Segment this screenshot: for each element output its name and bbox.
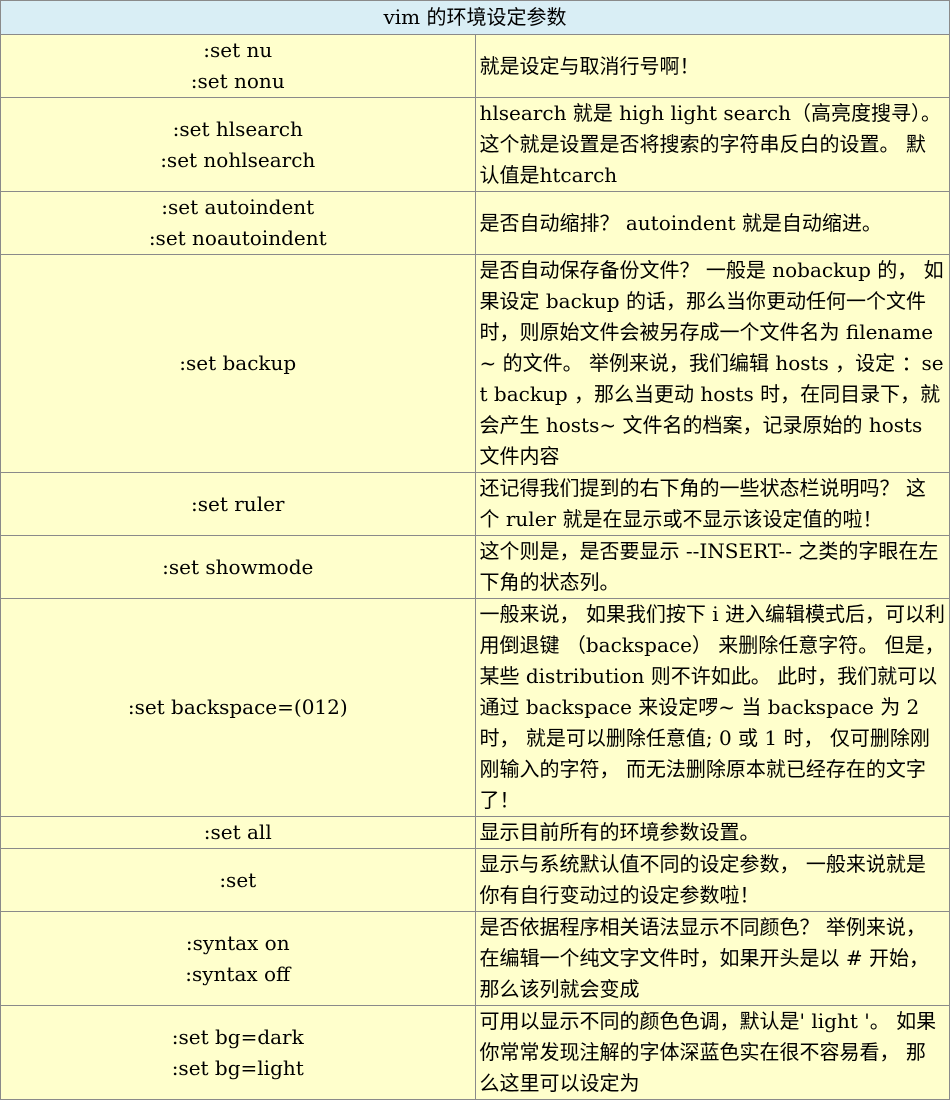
table-row: :set backspace=(012) 一般来说， 如果我们按下 i 进入编辑… xyxy=(0,598,950,817)
command-cell: :set backspace=(012) xyxy=(0,598,476,817)
command-text: :syntax off xyxy=(185,961,291,986)
table-row: :set nu :set nonu 就是设定与取消行号啊！ xyxy=(0,34,950,98)
table-row: :set backup 是否自动保存备份文件？ 一般是 nobackup 的， … xyxy=(0,254,950,473)
command-text: :set autoindent xyxy=(161,195,315,219)
description-cell: 就是设定与取消行号啊！ xyxy=(474,34,950,98)
description-cell: 是否依据程序相关语法显示不同颜色？ 举例来说，在编辑一个纯文字文件时，如果开头是… xyxy=(474,911,950,1006)
description-cell: hlsearch 就是 high light search（高亮度搜寻）。 这个… xyxy=(474,97,950,192)
table-row: :set hlsearch :set nohlsearch hlsearch 就… xyxy=(0,97,950,192)
command-cell: :set showmode xyxy=(0,535,476,599)
description-cell: 是否自动保存备份文件？ 一般是 nobackup 的， 如果设定 backup … xyxy=(474,254,950,473)
command-text: :syntax on xyxy=(185,930,290,955)
command-cell: :set hlsearch :set nohlsearch xyxy=(0,97,476,192)
command-text: :set ruler xyxy=(191,491,285,516)
description-cell: 这个则是，是否要显示 --INSERT-- 之类的字眼在左下角的状态列。 xyxy=(474,535,950,599)
command-text: :set backspace=(012) xyxy=(127,695,348,719)
command-cell: :set xyxy=(0,848,476,912)
description-cell: 是否自动缩排？ autoindent 就是自动缩进。 xyxy=(474,191,950,255)
vim-settings-table: vim 的环境设定参数 :set nu :set nonu 就是设定与取消行号啊… xyxy=(0,0,950,1100)
table-row: :set bg=dark :set bg=light 可用以显示不同的颜色色调，… xyxy=(0,1005,950,1100)
description-cell: 一般来说， 如果我们按下 i 进入编辑模式后，可以利用倒退键 （backspac… xyxy=(474,598,950,817)
description-cell: 显示目前所有的环境参数设置。 xyxy=(474,816,950,849)
description-cell: 显示与系统默认值不同的设定参数， 一般来说就是你有自行变动过的设定参数啦！ xyxy=(474,848,950,912)
command-cell: :syntax on :syntax off xyxy=(0,911,476,1006)
command-text: :set nohlsearch xyxy=(160,147,316,172)
command-cell: :set bg=dark :set bg=light xyxy=(0,1005,476,1100)
command-cell: :set backup xyxy=(0,254,476,473)
command-text: :set bg=light xyxy=(171,1055,304,1080)
command-cell: :set autoindent :set noautoindent xyxy=(0,191,476,255)
command-cell: :set all xyxy=(0,816,476,849)
table-row: :set autoindent :set noautoindent 是否自动缩排… xyxy=(0,191,950,255)
table-title: vim 的环境设定参数 xyxy=(0,0,950,35)
table-row: :set ruler 还记得我们提到的右下角的一些状态栏说明吗？ 这个 rule… xyxy=(0,472,950,536)
command-text: :set all xyxy=(203,820,272,844)
table-row: :set 显示与系统默认值不同的设定参数， 一般来说就是你有自行变动过的设定参数… xyxy=(0,848,950,912)
command-text: :set backup xyxy=(179,351,297,375)
command-text: :set nu xyxy=(203,38,273,62)
table-row: :syntax on :syntax off 是否依据程序相关语法显示不同颜色？… xyxy=(0,911,950,1006)
command-cell: :set ruler xyxy=(0,472,476,536)
command-text: :set noautoindent xyxy=(148,226,327,250)
command-text: :set bg=dark xyxy=(171,1024,304,1049)
command-text: :set hlsearch xyxy=(172,116,303,141)
table-row: :set showmode 这个则是，是否要显示 --INSERT-- 之类的字… xyxy=(0,535,950,599)
table-row: :set all 显示目前所有的环境参数设置。 xyxy=(0,816,950,849)
description-cell: 可用以显示不同的颜色色调，默认是' light '。 如果你常常发现注解的字体深… xyxy=(474,1005,950,1100)
command-text: :set showmode xyxy=(162,554,314,579)
command-cell: :set nu :set nonu xyxy=(0,34,476,98)
command-text: :set nonu xyxy=(190,69,285,93)
command-text: :set xyxy=(219,867,257,892)
table-header-row: vim 的环境设定参数 xyxy=(0,0,950,35)
description-cell: 还记得我们提到的右下角的一些状态栏说明吗？ 这个 ruler 就是在显示或不显示… xyxy=(474,472,950,536)
